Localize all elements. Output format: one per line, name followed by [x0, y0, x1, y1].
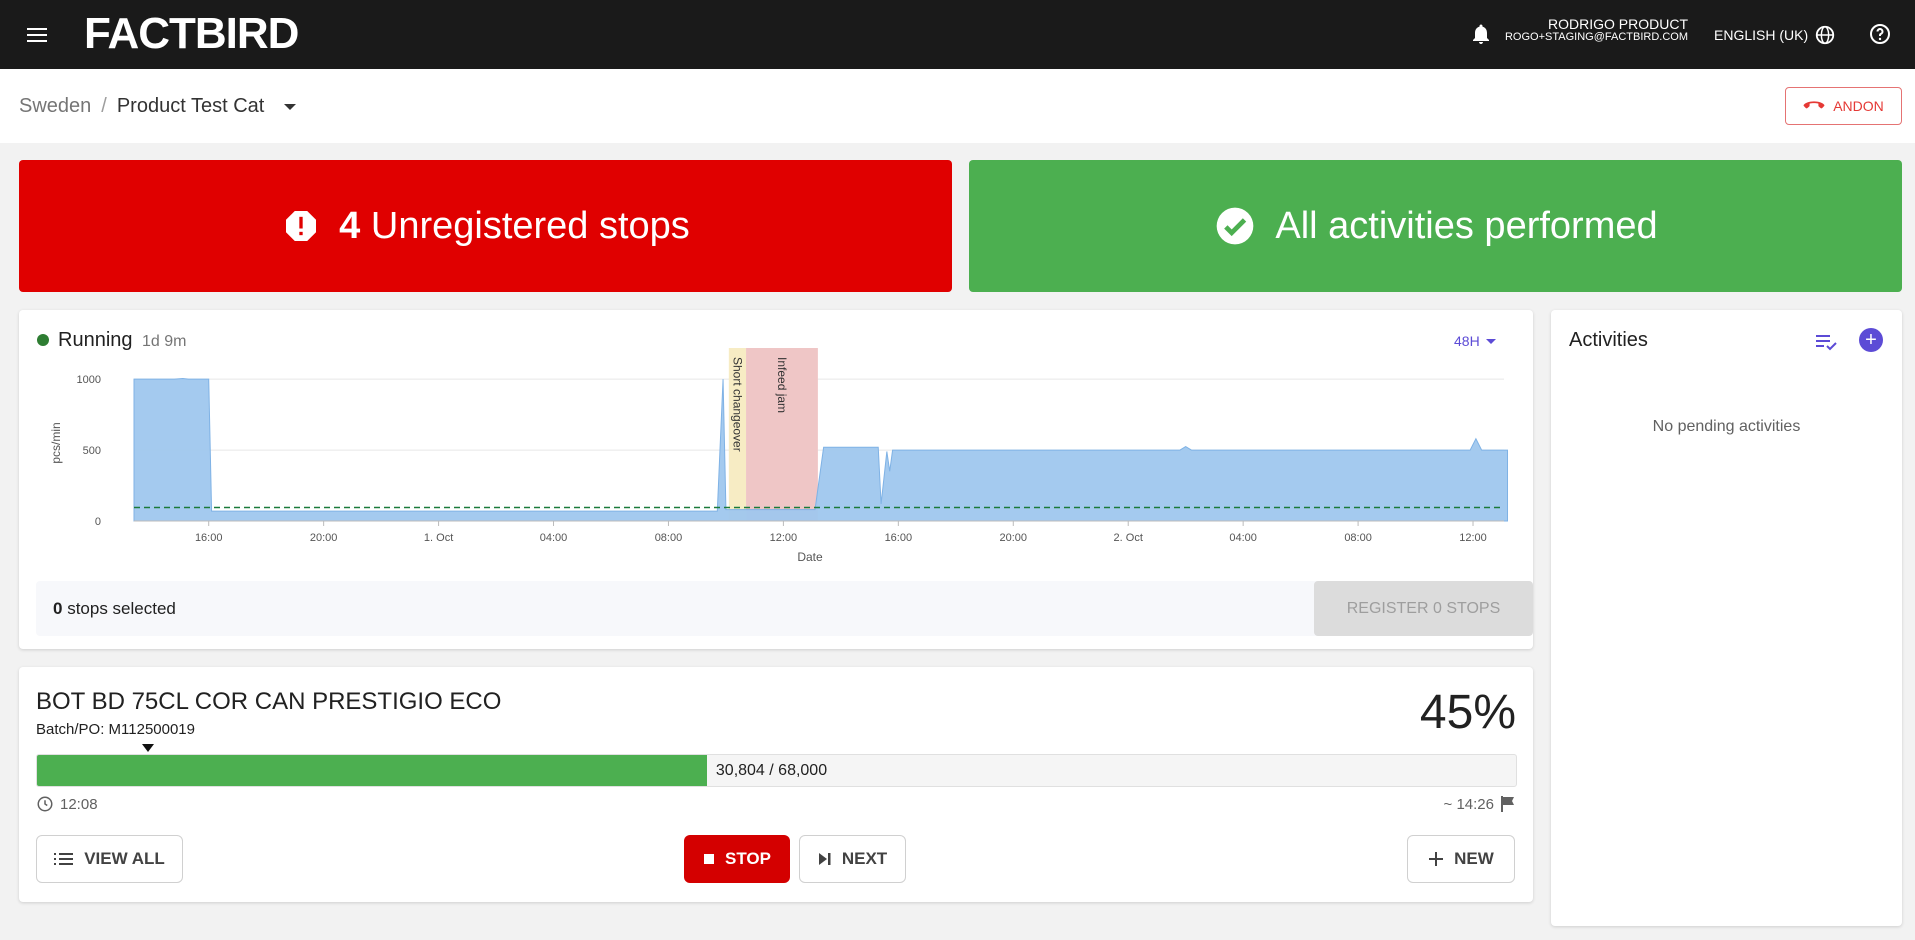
view-all-button[interactable]: VIEW ALL [36, 835, 183, 883]
x-tick-label: 08:00 [655, 532, 683, 544]
time-range-label: 48H [1454, 333, 1480, 349]
progress-marker [142, 744, 154, 752]
product-name: BOT BD 75CL COR CAN PRESTIGIO ECO [36, 688, 502, 715]
x-tick-label: 1. Oct [424, 532, 453, 544]
y-tick-label: 500 [83, 445, 101, 457]
stops-selection-bar: 0 stops selected [36, 581, 1517, 636]
start-time: 12:08 [36, 795, 98, 813]
x-tick-label: 16:00 [195, 532, 223, 544]
batch-number: Batch/PO: M112500019 [36, 721, 195, 738]
checklist-icon[interactable] [1814, 330, 1840, 354]
factbird-logo[interactable]: FACTBIRD [84, 10, 299, 58]
stops-count: 4 [339, 204, 361, 247]
view-all-label: VIEW ALL [84, 849, 165, 868]
x-tick-label: 16:00 [885, 532, 913, 544]
unregistered-stops-banner[interactable]: 4 Unregistered stops [19, 160, 952, 292]
x-tick-label: 04:00 [1229, 532, 1257, 544]
order-card: BOT BD 75CL COR CAN PRESTIGIO ECO Batch/… [19, 667, 1533, 902]
list-icon [54, 853, 74, 865]
x-tick-label: 12:00 [770, 532, 798, 544]
globe-icon [1815, 25, 1835, 45]
breadcrumb-bar: Sweden / Product Test Cat ANDON [0, 69, 1915, 143]
breadcrumb-current[interactable]: Product Test Cat [117, 95, 264, 118]
stop-icon [704, 854, 714, 864]
next-label: NEXT [841, 849, 888, 868]
breadcrumb-parent[interactable]: Sweden [19, 95, 91, 118]
progress-count: 30,804 / 68,000 [715, 762, 828, 779]
activities-label: All activities performed [1275, 204, 1658, 247]
stop-band-label: Infeed jam [775, 357, 789, 413]
user-name: RODRIGO PRODUCT [1548, 16, 1688, 32]
production-chart[interactable]: 0 500 1000 Short changeover Infeed jam 16:00 2… [19, 310, 1533, 580]
end-time-value: ~ 14:26 [1443, 795, 1494, 813]
new-order-button[interactable]: NEW [1407, 835, 1515, 883]
chevron-down-icon [1485, 338, 1496, 344]
help-icon[interactable] [1868, 22, 1892, 46]
user-email: ROGO+STAGING@FACTBIRD.COM [1504, 31, 1688, 43]
activities-title: Activities [1569, 329, 1648, 351]
end-time: ~ 14:26 [1444, 795, 1516, 813]
activities-panel: Activities + No pending activities [1551, 310, 1902, 926]
progress-bar: 30,804 / 68,000 [36, 754, 1517, 787]
stop-band-label: Short changeover [730, 357, 744, 452]
breadcrumb: Sweden / Product Test Cat [19, 95, 297, 118]
register-stops-button[interactable]: REGISTER 0 STOPS [1314, 581, 1533, 636]
status-label: Running [58, 329, 133, 351]
x-axis-label: Date [797, 550, 823, 564]
x-tick-label: 2. Oct [1114, 532, 1143, 544]
start-time-value: 12:08 [60, 795, 98, 813]
bell-icon[interactable] [1469, 22, 1493, 46]
stop-label: STOP [725, 849, 771, 868]
stop-button[interactable]: STOP [684, 835, 790, 883]
breadcrumb-separator: / [101, 95, 107, 117]
x-tick-label: 08:00 [1344, 532, 1372, 544]
x-tick-label: 20:00 [1000, 532, 1028, 544]
y-tick-label: 0 [95, 516, 101, 528]
andon-button[interactable]: ANDON [1785, 87, 1902, 125]
progress-percent: 45% [1419, 686, 1516, 739]
chevron-down-icon[interactable] [284, 103, 297, 110]
no-activities-text: No pending activities [1652, 418, 1801, 435]
language-label: ENGLISH (UK) [1714, 27, 1809, 43]
plus-icon [1429, 852, 1444, 866]
status-duration: 1d 9m [142, 333, 187, 350]
menu-icon[interactable] [22, 20, 52, 50]
status-dot [37, 334, 49, 346]
stops-selected-label: stops selected [67, 599, 176, 618]
activities-banner[interactable]: All activities performed [969, 160, 1902, 292]
x-tick-label: 12:00 [1459, 532, 1487, 544]
user-menu[interactable]: RODRIGO PRODUCT ROGO+STAGING@FACTBIRD.CO… [1504, 16, 1688, 44]
production-chart-card: 0 500 1000 Short changeover Infeed jam 16:00 2… [19, 310, 1533, 649]
add-activity-icon[interactable]: + [1859, 328, 1883, 352]
y-tick-label: 1000 [77, 374, 101, 386]
y-axis-label: pcs/min [49, 422, 63, 463]
language-selector[interactable]: ENGLISH (UK) [1714, 24, 1836, 46]
x-tick-label: 20:00 [310, 532, 338, 544]
andon-label: ANDON [1833, 98, 1884, 114]
next-button[interactable]: NEXT [799, 835, 906, 883]
phone-hangup-icon [1803, 101, 1825, 109]
check-circle-icon [1217, 207, 1254, 245]
time-range-selector[interactable]: 48H [1454, 333, 1496, 349]
stops-selected-text: 0 stops selected [53, 599, 176, 619]
alert-octagon-icon [286, 211, 317, 241]
x-tick-label: 04:00 [540, 532, 568, 544]
stops-selected-count: 0 [53, 599, 63, 618]
progress-fill [37, 755, 707, 786]
new-label: NEW [1454, 849, 1494, 868]
flag-icon [1501, 796, 1514, 812]
stops-label: Unregistered stops [370, 204, 690, 247]
top-bar: FACTBIRD RODRIGO PRODUCT ROGO+STAGING@FA… [0, 0, 1915, 69]
clock-icon [37, 796, 53, 812]
skip-next-icon [818, 853, 831, 865]
